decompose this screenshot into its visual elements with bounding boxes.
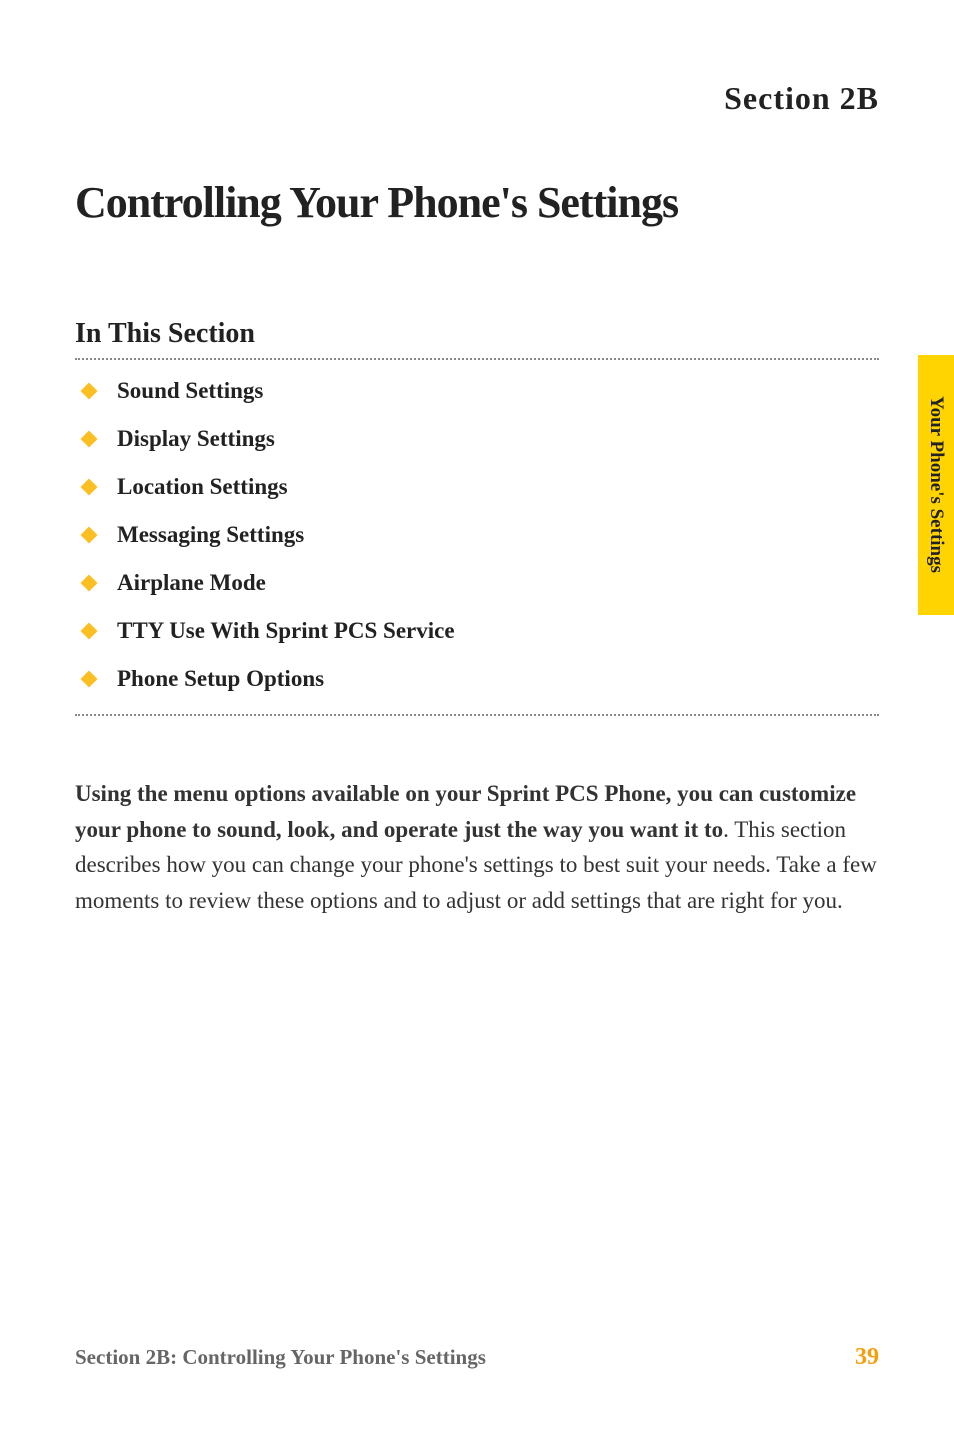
- list-item-label: Phone Setup Options: [117, 666, 324, 692]
- diamond-icon: [81, 575, 98, 592]
- list-item: Sound Settings: [75, 378, 879, 404]
- subsection-title: In This Section: [75, 318, 879, 350]
- list-item-label: Airplane Mode: [117, 570, 266, 596]
- list-item: Messaging Settings: [75, 522, 879, 548]
- footer: Section 2B: Controlling Your Phone's Set…: [75, 1344, 879, 1371]
- side-tab-label: Your Phone's Settings: [925, 396, 947, 573]
- diamond-icon: [81, 671, 98, 688]
- list-item-label: Location Settings: [117, 474, 288, 500]
- list-item-label: Display Settings: [117, 426, 275, 452]
- side-tab: Your Phone's Settings: [918, 355, 954, 615]
- list-item: Display Settings: [75, 426, 879, 452]
- page-title: Controlling Your Phone's Settings: [75, 177, 879, 228]
- divider-bottom: [75, 714, 879, 716]
- diamond-icon: [81, 431, 98, 448]
- diamond-icon: [81, 383, 98, 400]
- list-item: Phone Setup Options: [75, 666, 879, 692]
- list-item-label: Sound Settings: [117, 378, 263, 404]
- list-item: Airplane Mode: [75, 570, 879, 596]
- diamond-icon: [81, 479, 98, 496]
- list-item: TTY Use With Sprint PCS Service: [75, 618, 879, 644]
- list-item-label: TTY Use With Sprint PCS Service: [117, 618, 455, 644]
- diamond-icon: [81, 623, 98, 640]
- list-item-label: Messaging Settings: [117, 522, 304, 548]
- body-paragraph: Using the menu options available on your…: [75, 776, 879, 919]
- list-item: Location Settings: [75, 474, 879, 500]
- bullet-list: Sound Settings Display Settings Location…: [75, 378, 879, 692]
- page-number: 39: [855, 1344, 879, 1371]
- section-label: Section 2B: [75, 80, 879, 117]
- footer-section-label: Section 2B: Controlling Your Phone's Set…: [75, 1345, 486, 1370]
- diamond-icon: [81, 527, 98, 544]
- divider-top: [75, 358, 879, 360]
